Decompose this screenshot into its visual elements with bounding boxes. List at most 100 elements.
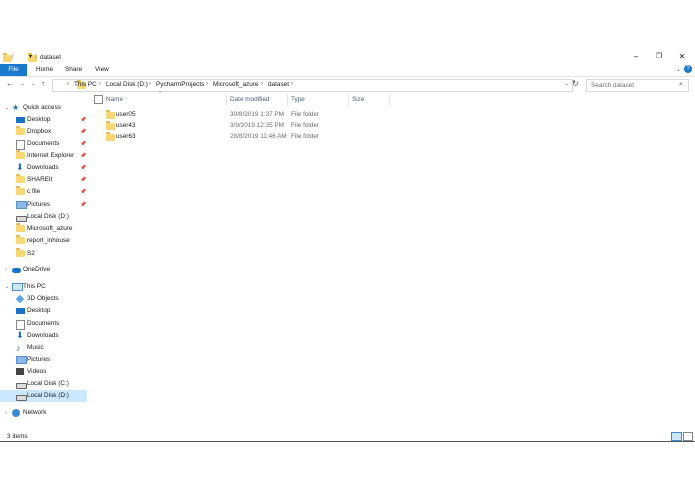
downloads-icon: ⬇ bbox=[16, 330, 24, 340]
crumb-dataset[interactable]: dataset bbox=[268, 81, 289, 88]
folder-icon bbox=[16, 248, 25, 257]
tab-home[interactable]: Home bbox=[36, 64, 53, 76]
sidebar-item-music[interactable]: ♪ Music bbox=[0, 342, 88, 354]
address-dropdown-icon[interactable]: ⌄ bbox=[565, 81, 569, 87]
crumb-local-disk-d[interactable]: Local Disk (D:) bbox=[106, 81, 148, 88]
chevron-right-icon[interactable]: › bbox=[5, 407, 7, 419]
restore-icon[interactable]: ❐ bbox=[650, 52, 668, 62]
chevron-down-icon[interactable]: ⌄ bbox=[5, 102, 9, 114]
recent-locations-icon[interactable]: ⌄ bbox=[31, 81, 35, 87]
sidebar-item-pc-downloads[interactable]: ⬇ Downloads bbox=[0, 330, 88, 342]
crumb-separator-icon[interactable]: › bbox=[67, 81, 69, 87]
pin-icon[interactable]: 📌 bbox=[80, 174, 86, 186]
nav-quick-access[interactable]: ⌄ ★ Quick access bbox=[0, 102, 88, 114]
sidebar-item-documents[interactable]: Documents 📌 bbox=[0, 138, 88, 150]
minimize-icon[interactable]: – bbox=[627, 52, 645, 62]
column-header-date[interactable]: Date modified bbox=[230, 96, 269, 103]
crumb-separator-icon[interactable]: › bbox=[99, 81, 101, 87]
nav-label: report_inhouse bbox=[27, 237, 70, 244]
crumb-microsoft-azure[interactable]: Microsoft_azure bbox=[213, 81, 258, 88]
nav-label: Quick access bbox=[23, 104, 62, 111]
crumb-separator-icon[interactable]: › bbox=[149, 81, 151, 87]
nav-label: Documents bbox=[27, 320, 60, 327]
details-view-icon[interactable] bbox=[671, 432, 682, 441]
file-date: 28/8/2019 11:46 AM bbox=[230, 133, 287, 140]
nav-label: Local Disk (C:) bbox=[27, 380, 69, 387]
search-placeholder: Search dataset bbox=[591, 82, 634, 89]
sidebar-item-pc-local-disk-d[interactable]: Local Disk (D:) bbox=[0, 390, 87, 402]
file-name[interactable]: user05 bbox=[116, 109, 136, 120]
crumb-separator-icon[interactable]: › bbox=[291, 81, 293, 87]
column-header-size[interactable]: Size bbox=[352, 96, 364, 103]
sidebar-item-pictures[interactable]: Pictures 📌 bbox=[0, 199, 88, 211]
sidebar-item-local-disk-d[interactable]: Local Disk (D:) bbox=[0, 211, 88, 223]
sidebar-item-videos[interactable]: Videos bbox=[0, 366, 88, 378]
sidebar-item-shareit[interactable]: SHAREit 📌 bbox=[0, 174, 88, 186]
sidebar-item-s2[interactable]: S2 bbox=[0, 248, 88, 260]
sidebar-item-pc-desktop[interactable]: Desktop bbox=[0, 305, 88, 317]
crumb-this-pc[interactable]: This PC bbox=[74, 81, 97, 88]
folder-icon bbox=[16, 186, 25, 195]
nav-label: Local Disk (D:) bbox=[27, 213, 69, 220]
qat-separator: | bbox=[12, 53, 14, 60]
column-divider[interactable] bbox=[226, 94, 227, 106]
select-all-checkbox[interactable] bbox=[94, 95, 103, 104]
pin-icon[interactable]: 📌 bbox=[80, 186, 86, 198]
pin-icon[interactable]: 📌 bbox=[80, 199, 86, 211]
column-divider[interactable] bbox=[348, 94, 349, 106]
column-header-type[interactable]: Type bbox=[291, 96, 305, 103]
column-divider[interactable] bbox=[287, 94, 288, 106]
crumb-separator-icon[interactable]: › bbox=[261, 81, 263, 87]
table-row[interactable]: user05 30/8/2019 1:37 PM File folder bbox=[103, 109, 353, 120]
pin-icon[interactable]: 📌 bbox=[80, 162, 86, 174]
large-icons-view-icon[interactable] bbox=[683, 432, 693, 441]
table-row[interactable]: user63 28/8/2019 11:46 AM File folder bbox=[103, 131, 353, 142]
nav-label: Downloads bbox=[27, 332, 59, 339]
tab-share[interactable]: Share bbox=[65, 64, 82, 76]
column-divider[interactable] bbox=[389, 94, 390, 106]
drive-icon bbox=[16, 395, 27, 401]
pin-icon[interactable]: 📌 bbox=[80, 138, 86, 150]
sidebar-item-3d-objects[interactable]: 3D Objects bbox=[0, 293, 88, 305]
pin-icon[interactable]: 📌 bbox=[80, 150, 86, 162]
sidebar-item-pc-documents[interactable]: Documents bbox=[0, 318, 88, 330]
sidebar-item-microsoft-azure[interactable]: Microsoft_azure bbox=[0, 223, 88, 235]
sidebar-item-desktop[interactable]: Desktop 📌 bbox=[0, 114, 88, 126]
sidebar-item-report-inhouse[interactable]: report_inhouse bbox=[0, 235, 88, 247]
cloud-icon bbox=[12, 268, 21, 273]
sidebar-item-c-file[interactable]: c file 📌 bbox=[0, 186, 88, 198]
forward-icon[interactable]: → bbox=[18, 79, 26, 88]
pin-icon[interactable]: 📌 bbox=[80, 126, 86, 138]
window-title: dataset bbox=[40, 54, 61, 61]
chevron-down-icon[interactable]: ⌄ bbox=[5, 281, 9, 293]
tab-view[interactable]: View bbox=[95, 64, 109, 76]
crumb-pycharmprojects[interactable]: PycharmProjects bbox=[156, 81, 204, 88]
nav-label: Desktop bbox=[27, 116, 51, 123]
help-icon[interactable]: ? bbox=[684, 65, 692, 73]
back-icon[interactable]: ← bbox=[6, 79, 14, 88]
file-name[interactable]: user63 bbox=[116, 131, 136, 142]
search-input[interactable]: Search dataset ⌕ bbox=[586, 79, 689, 92]
file-name[interactable]: user43 bbox=[116, 120, 136, 131]
tab-file[interactable]: File bbox=[0, 64, 27, 76]
nav-network[interactable]: › Network bbox=[0, 407, 88, 419]
nav-label: Network bbox=[23, 409, 47, 416]
close-icon[interactable]: ✕ bbox=[673, 52, 691, 62]
refresh-icon[interactable]: ↻ bbox=[572, 79, 579, 88]
nav-onedrive[interactable]: › OneDrive bbox=[0, 264, 88, 276]
sidebar-item-downloads[interactable]: ⬇ Downloads 📌 bbox=[0, 162, 88, 174]
sidebar-item-pc-pictures[interactable]: Pictures bbox=[0, 354, 88, 366]
qat-dropdown-icon[interactable]: ▾ bbox=[29, 53, 32, 60]
sidebar-item-local-disk-c[interactable]: Local Disk (C:) bbox=[0, 378, 88, 390]
nav-label: SHAREit bbox=[27, 176, 53, 183]
column-header-name[interactable]: Name bbox=[106, 96, 123, 103]
expand-ribbon-icon[interactable]: ⌄ bbox=[676, 66, 681, 73]
crumb-separator-icon[interactable]: › bbox=[206, 81, 208, 87]
nav-this-pc[interactable]: ⌄ This PC bbox=[0, 281, 88, 293]
sidebar-item-dropbox[interactable]: Dropbox 📌 bbox=[0, 126, 88, 138]
chevron-right-icon[interactable]: › bbox=[5, 264, 7, 276]
up-icon[interactable]: ↑ bbox=[41, 79, 45, 88]
table-row[interactable]: user43 3/9/2019 12:35 PM File folder bbox=[103, 120, 353, 131]
pin-icon[interactable]: 📌 bbox=[80, 114, 86, 126]
sidebar-item-internet-explorer[interactable]: Internet Explorer 📌 bbox=[0, 150, 88, 162]
